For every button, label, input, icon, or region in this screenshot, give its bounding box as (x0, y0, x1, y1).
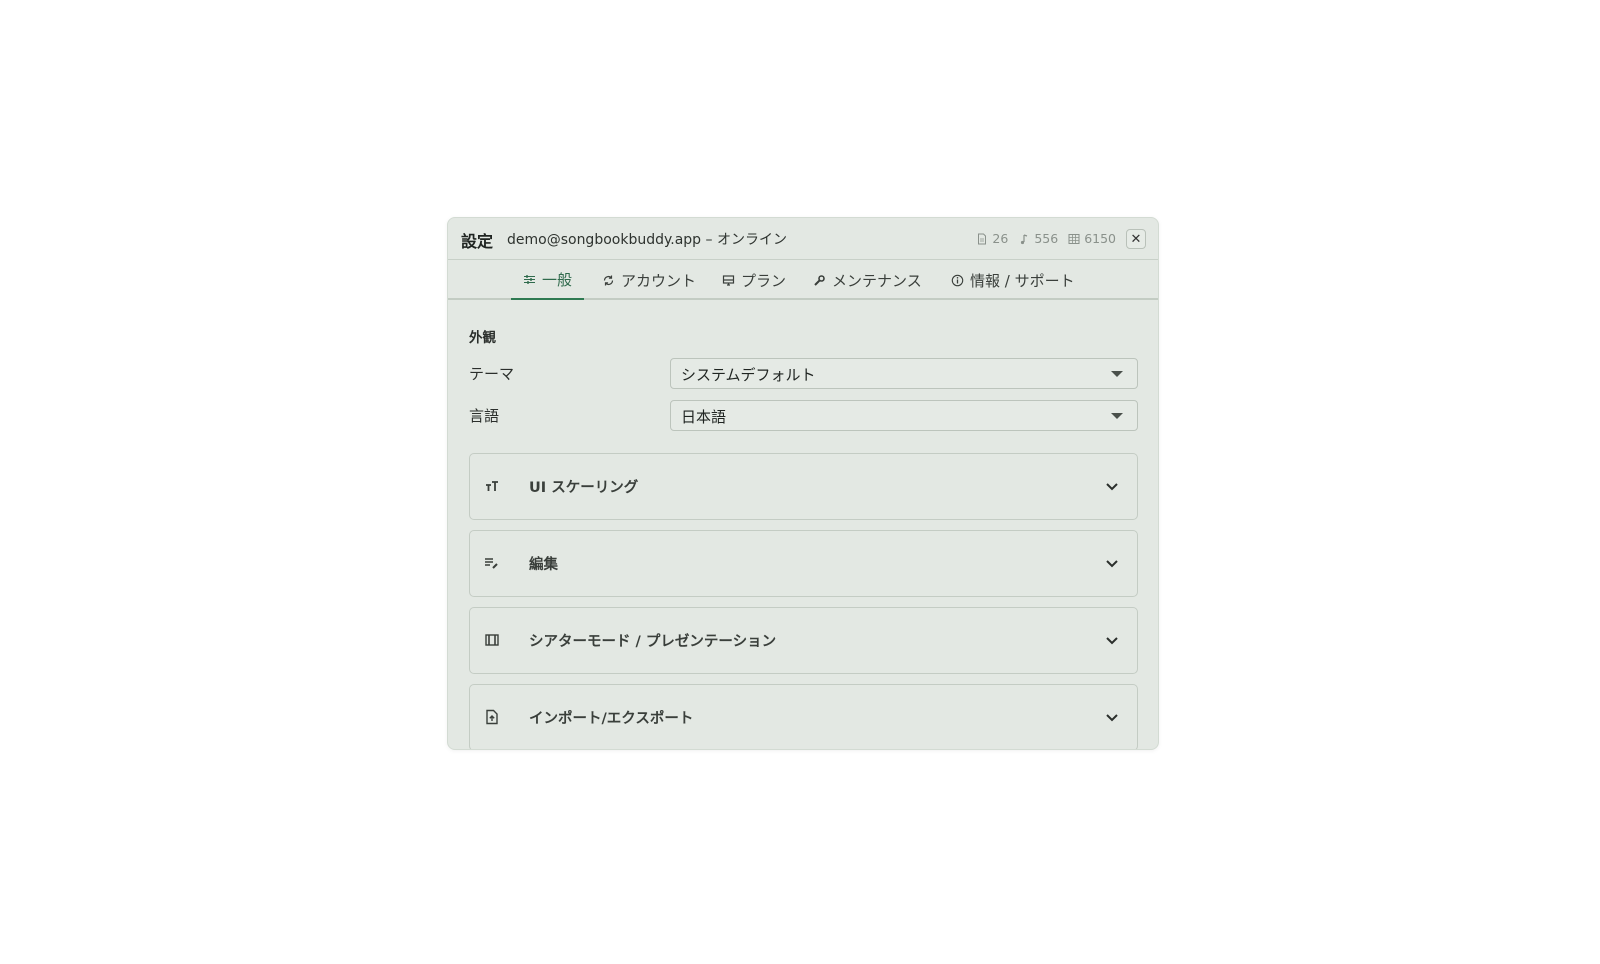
theme-label: テーマ (469, 365, 515, 383)
info-icon (951, 274, 964, 286)
tab-info-support-label: 情報 / サポート (970, 271, 1075, 290)
chevron-down-icon (1106, 637, 1118, 645)
theater-mode-label: シアターモード / プレゼンテーション (529, 634, 777, 650)
tab-bar: 一般 アカウント プラン メンテナンス 情報 / サポート (448, 260, 1158, 300)
tab-maintenance[interactable]: メンテナンス (801, 260, 934, 300)
chevron-down-icon (1106, 483, 1118, 491)
tab-maintenance-label: メンテナンス (832, 271, 922, 290)
language-label: 言語 (469, 407, 500, 425)
editing-label: 編集 (529, 557, 558, 573)
tab-account-label: アカウント (621, 271, 697, 290)
account-status: demo@songbookbuddy.app – オンライン (507, 232, 787, 248)
document-icon (978, 233, 987, 244)
theme-select-value: システムデフォルト (681, 366, 816, 384)
language-select-value: 日本語 (681, 408, 727, 426)
tab-account[interactable]: アカウント (590, 260, 708, 300)
tab-general-label: 一般 (542, 270, 573, 289)
theater-mode-panel[interactable]: シアターモード / プレゼンテーション (469, 607, 1138, 674)
appearance-heading: 外観 (469, 330, 496, 346)
language-select[interactable]: 日本語 (670, 400, 1138, 431)
song-count: 556 (1018, 231, 1058, 246)
theme-select[interactable]: システムデフォルト (670, 358, 1138, 389)
close-button[interactable]: ✕ (1126, 229, 1146, 249)
chevron-down-icon (1106, 560, 1118, 568)
editing-panel[interactable]: 編集 (469, 530, 1138, 597)
ui-scaling-label: UI スケーリング (529, 480, 639, 496)
dialog-title: 設定 (461, 232, 494, 251)
tab-info-support[interactable]: 情報 / サポート (939, 260, 1087, 300)
dialog-titlebar: 設定 demo@songbookbuddy.app – オンライン 26 556… (448, 218, 1158, 260)
song-count-value: 556 (1034, 231, 1059, 246)
sync-icon (603, 275, 614, 285)
import-export-panel[interactable]: インポート/エクスポート (469, 684, 1138, 749)
file-import-icon (486, 709, 498, 725)
document-count: 26 (976, 231, 1008, 246)
grid-count-value: 6150 (1084, 231, 1116, 246)
tab-plan-label: プラン (741, 271, 787, 290)
theater-icon (485, 634, 499, 646)
grid-icon (1068, 233, 1080, 244)
chevron-down-icon (1106, 714, 1118, 722)
close-icon: ✕ (1130, 231, 1142, 247)
stats-bar: 26 556 6150 (976, 231, 1116, 246)
edit-list-icon (485, 558, 498, 569)
tab-general[interactable]: 一般 (511, 260, 585, 300)
import-export-label: インポート/エクスポート (529, 711, 694, 727)
wrench-icon (814, 274, 825, 286)
sliders-icon (524, 274, 535, 284)
monitor-icon (722, 274, 735, 286)
tab-plan[interactable]: プラン (710, 260, 798, 300)
ui-scaling-panel[interactable]: UI スケーリング (469, 453, 1138, 520)
music-note-icon (1021, 233, 1028, 244)
caret-down-icon (1111, 413, 1123, 419)
caret-down-icon (1111, 371, 1123, 377)
text-size-icon (486, 481, 498, 491)
document-count-value: 26 (992, 231, 1009, 246)
grid-count: 6150 (1068, 231, 1116, 246)
settings-dialog: 設定 demo@songbookbuddy.app – オンライン 26 556… (447, 217, 1159, 750)
